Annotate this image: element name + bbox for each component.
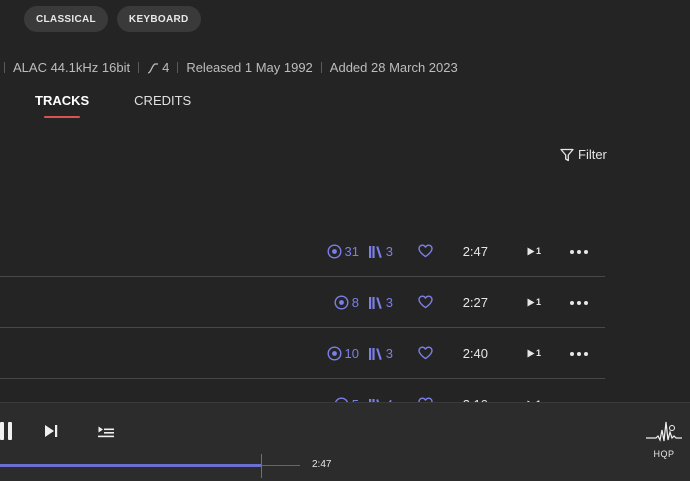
divider	[320, 62, 322, 73]
more-options-button[interactable]	[570, 250, 588, 254]
library-count: 3	[368, 346, 393, 361]
library-icon	[368, 245, 382, 258]
dot	[577, 250, 581, 254]
play-next-icon	[527, 298, 535, 306]
hqp-label: HQP	[653, 449, 675, 459]
play-next-count: 1	[535, 348, 541, 358]
track-row[interactable]: 31 3 2:47 1	[0, 226, 605, 277]
seek-bar-played	[0, 464, 261, 467]
library-count: 3	[368, 244, 393, 259]
album-tabs: TRACKS CREDITS	[35, 93, 191, 119]
genre-tags: CLASSICAL KEYBOARD	[24, 6, 201, 32]
more-options-button[interactable]	[570, 301, 588, 305]
track-list: 31 3 2:47 1 8 3 2:27 1 10 3 2:40 1	[0, 226, 605, 409]
dot	[584, 301, 588, 305]
heart-icon	[418, 346, 433, 360]
audio-format: ALAC 44.1kHz 16bit	[13, 60, 131, 75]
playhead[interactable]	[261, 454, 262, 478]
library-count: 3	[368, 295, 393, 310]
play-next-button[interactable]: 1	[527, 246, 541, 256]
favorite-button[interactable]	[418, 346, 433, 365]
added-date: Added 28 March 2023	[329, 60, 458, 75]
play-count-value: 8	[351, 295, 359, 310]
hqp-badge[interactable]: HQP	[644, 420, 684, 459]
track-row[interactable]: 10 3 2:40 1	[0, 328, 605, 379]
play-next-icon	[527, 349, 535, 357]
queue-icon	[98, 426, 114, 438]
divider	[4, 62, 5, 73]
play-next-button[interactable]: 1	[527, 348, 541, 358]
filter-icon	[560, 148, 574, 161]
track-duration: 2:27	[462, 295, 488, 310]
genre-chip-keyboard[interactable]: KEYBOARD	[116, 6, 201, 32]
pause-button[interactable]	[0, 422, 14, 445]
library-count-value: 3	[385, 244, 393, 259]
dynamic-range-icon	[147, 62, 159, 74]
play-count-icon	[334, 295, 349, 310]
track-duration: 2:40	[462, 346, 488, 361]
library-icon	[368, 296, 382, 309]
play-count-icon	[327, 346, 342, 361]
album-metadata: ALAC 44.1kHz 16bit 4 Released 1 May 1992…	[0, 60, 458, 75]
dynamic-range: 4	[147, 60, 169, 75]
seek-bar[interactable]	[0, 454, 300, 478]
dot	[577, 352, 581, 356]
divider	[177, 62, 179, 73]
skip-next-icon	[45, 425, 58, 437]
play-count: 10	[327, 346, 359, 361]
pause-icon	[0, 422, 12, 440]
filter-button[interactable]: Filter	[560, 147, 607, 162]
favorite-button[interactable]	[418, 244, 433, 263]
library-count-value: 3	[385, 295, 393, 310]
divider	[138, 62, 140, 73]
track-duration: 2:47	[462, 244, 488, 259]
track-row[interactable]: 8 3 2:27 1	[0, 277, 605, 328]
dot	[584, 250, 588, 254]
play-next-count: 1	[535, 297, 541, 307]
elapsed-time: 2:47	[312, 459, 332, 470]
heart-icon	[418, 244, 433, 258]
play-count-icon	[327, 244, 342, 259]
dot	[570, 250, 574, 254]
favorite-button[interactable]	[418, 295, 433, 314]
play-count: 31	[327, 244, 359, 259]
play-count-value: 31	[344, 244, 359, 259]
play-next-count: 1	[535, 246, 541, 256]
seek-bar-remaining	[261, 465, 300, 466]
release-date: Released 1 May 1992	[186, 60, 313, 75]
library-icon	[368, 347, 382, 360]
play-count-value: 10	[344, 346, 359, 361]
heart-icon	[418, 295, 433, 309]
tab-credits[interactable]: CREDITS	[134, 93, 191, 119]
play-next-icon	[527, 247, 535, 255]
dynamic-range-value: 4	[162, 60, 170, 75]
play-count: 8	[334, 295, 359, 310]
dot	[584, 352, 588, 356]
more-options-button[interactable]	[570, 352, 588, 356]
play-next-button[interactable]: 1	[527, 297, 541, 307]
skip-next-button[interactable]	[44, 424, 58, 443]
dot	[570, 352, 574, 356]
dot	[570, 301, 574, 305]
tab-tracks[interactable]: TRACKS	[35, 93, 89, 119]
waveform-logo-icon	[646, 421, 682, 442]
filter-label: Filter	[578, 147, 607, 162]
genre-chip-classical[interactable]: CLASSICAL	[24, 6, 108, 32]
queue-button[interactable]	[98, 425, 114, 443]
dot	[577, 301, 581, 305]
library-count-value: 3	[385, 346, 393, 361]
